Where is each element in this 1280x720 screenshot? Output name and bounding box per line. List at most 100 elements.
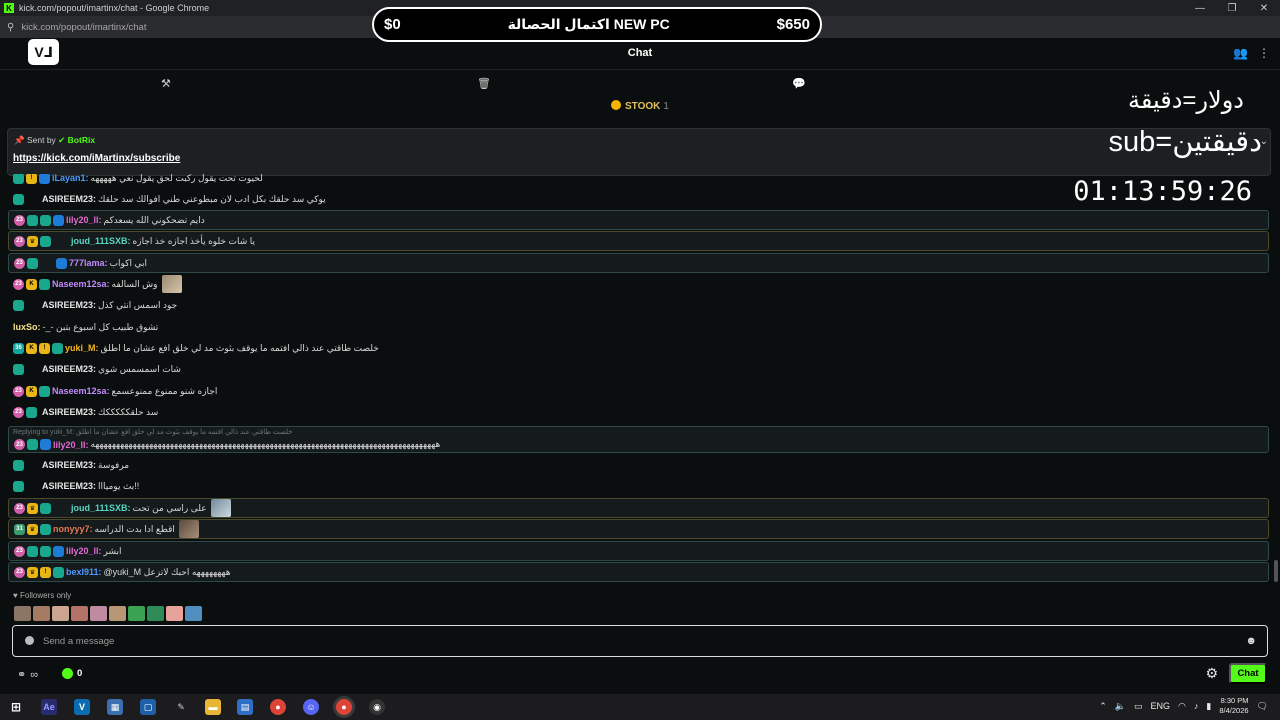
chat-message[interactable]: 23 ♛ joud_111SXB: يا شات خلوه يأخذ اجازه… xyxy=(8,231,1269,251)
minimize-icon[interactable]: — xyxy=(1184,0,1216,16)
url-text[interactable]: kick.com/popout/imartinx/chat xyxy=(21,22,146,33)
chat-username[interactable]: ASIREEM23: xyxy=(42,460,96,470)
chat-username[interactable]: joud_111SXB: xyxy=(71,236,131,246)
emoji-picker-icon[interactable]: ☻ xyxy=(1245,635,1257,647)
calculator-icon[interactable]: ▦ xyxy=(107,699,123,715)
chat-username[interactable]: lily20_ll: xyxy=(66,215,102,225)
chrome-active-icon[interactable]: ● xyxy=(336,699,352,715)
emote-image xyxy=(210,499,231,517)
chat-username[interactable]: ASIREEM23: xyxy=(42,407,96,417)
chat-username[interactable]: luxSo: xyxy=(13,322,41,332)
window-app-icon[interactable]: ▢ xyxy=(140,699,156,715)
message-input-box[interactable]: ☻ xyxy=(12,625,1268,657)
chat-username[interactable]: Naseem12sa: xyxy=(52,386,110,396)
verified-badge-icon xyxy=(27,214,38,226)
chat-username[interactable]: yuki_M: xyxy=(65,343,99,353)
wifi-icon[interactable]: ◠ xyxy=(1178,701,1186,712)
chat-message[interactable]: 23 lily20_ll: دايم تضحكوني الله يسعدكم xyxy=(8,210,1269,230)
chat-username[interactable]: lily20_ll: xyxy=(53,440,89,450)
emote-button[interactable] xyxy=(33,606,50,621)
emote-button[interactable] xyxy=(71,606,88,621)
emote-button[interactable] xyxy=(52,606,69,621)
crown-badge-icon: ♛ xyxy=(27,235,38,247)
emote-button[interactable] xyxy=(90,606,107,621)
chat-message[interactable]: 23 ASIREEM23: سد حلقكككككك xyxy=(8,402,1269,422)
stock-row[interactable]: STOOK 1 xyxy=(0,100,1280,120)
chat-username[interactable]: lily20_ll: xyxy=(66,546,102,556)
chat-username[interactable]: iLayan1: xyxy=(52,174,89,183)
chat-scrollbar[interactable] xyxy=(1274,560,1278,582)
speaker-icon[interactable]: ♪ xyxy=(1194,701,1199,711)
og-badge-icon xyxy=(40,439,51,450)
emote-button[interactable] xyxy=(128,606,145,621)
chat-message[interactable]: ASIREEM23: بث يوميااا!! xyxy=(8,476,1269,496)
message-input[interactable] xyxy=(43,632,1223,650)
record-dot-icon xyxy=(25,636,34,645)
chat-message[interactable]: 23 K Naseem12sa: وش السالفه xyxy=(8,274,1269,294)
battery-icon[interactable]: ▮ xyxy=(1206,701,1211,712)
chat-message[interactable]: 23 lily20_ll: ابشر xyxy=(8,541,1269,561)
chat-username[interactable]: ASIREEM23: xyxy=(42,194,96,204)
chat-message[interactable]: 23 ♛ joud_111SXB: على راسي من تحت xyxy=(8,498,1269,518)
chat-bubble-icon[interactable]: 💬 xyxy=(792,77,806,90)
chat-username[interactable]: 777lama: xyxy=(69,258,108,268)
reply-preview[interactable]: Replying to yuki_M: خلصت طاقتي عند ذالي … xyxy=(13,428,292,436)
windows-start-icon[interactable]: ⊞ xyxy=(8,699,24,715)
more-options-icon[interactable]: ⋮ xyxy=(1258,46,1270,60)
verified-badge-icon xyxy=(27,439,38,450)
trash-icon[interactable]: 🗑 xyxy=(477,77,491,90)
ban-hammer-icon[interactable]: ⚒ xyxy=(161,77,171,90)
obs-icon[interactable]: ◉ xyxy=(369,699,385,715)
goal-title: اكتمال الحصالة NEW PC xyxy=(507,16,670,32)
emote-button[interactable] xyxy=(185,606,202,621)
subscribe-link[interactable]: https://kick.com/iMartinx/subscribe xyxy=(13,153,180,164)
chat-message[interactable]: 23 K Naseem12sa: اجازه شنو ممنوع ممنوعسم… xyxy=(8,381,1269,401)
send-chat-button[interactable]: Chat xyxy=(1229,663,1267,684)
chat-message[interactable]: ASIREEM23: جود اسمس انتي كذل xyxy=(8,295,1269,315)
restore-icon[interactable]: ❐ xyxy=(1216,0,1248,16)
gear-icon[interactable]: ⚙ xyxy=(1205,665,1218,682)
pinned-message: 📌 Sent by ✔ BotRix https://kick.com/iMar… xyxy=(7,128,1271,176)
chat-username[interactable]: nonyyy7: xyxy=(53,524,93,534)
chat-username[interactable]: joud_111SXB: xyxy=(71,503,131,513)
vegas-icon[interactable]: V xyxy=(74,699,90,715)
chat-message[interactable]: 36 K ! yuki_M: خلصت طاقتي عند ذالي افتمه… xyxy=(8,338,1269,358)
emote-button[interactable] xyxy=(109,606,126,621)
language-indicator[interactable]: ENG xyxy=(1151,701,1171,711)
clock[interactable]: 8:30 PM 8/4/2026 xyxy=(1219,696,1248,716)
close-icon[interactable]: ✕ xyxy=(1248,0,1280,16)
notification-icon[interactable]: 🗨 xyxy=(1257,701,1268,712)
network-icon[interactable]: ▭ xyxy=(1134,701,1143,712)
volume-icon[interactable]: 🔈 xyxy=(1115,701,1126,712)
chat-username[interactable]: bexl911: xyxy=(66,567,102,577)
points-icon[interactable] xyxy=(62,668,73,679)
bot-name[interactable]: BotRix xyxy=(68,135,95,145)
site-info-icon[interactable]: ⚲ xyxy=(7,22,14,33)
chat-message[interactable]: luxSo: -_- تشوق طبيب كل اسبوع بتبن xyxy=(8,317,1269,337)
users-icon[interactable]: 👥 xyxy=(1233,46,1248,60)
after-effects-icon[interactable]: Ae xyxy=(41,699,57,715)
chat-list[interactable]: ! iLayan1: لحيوت تحت يقول ركبت لحق يقول … xyxy=(0,174,1280,586)
chat-username[interactable]: ASIREEM23: xyxy=(42,300,96,310)
discord-icon[interactable]: ☺ xyxy=(303,699,319,715)
infinity-icon[interactable]: ∞ xyxy=(30,669,38,681)
chat-message-reply[interactable]: Replying to yuki_M: خلصت طاقتي عند ذالي … xyxy=(8,426,1269,453)
emote-button[interactable] xyxy=(166,606,183,621)
chevron-down-icon[interactable]: ⌄ xyxy=(1260,136,1268,147)
chat-username[interactable]: Naseem12sa: xyxy=(52,279,110,289)
store-icon[interactable]: ▤ xyxy=(237,699,253,715)
chat-username[interactable]: ASIREEM23: xyxy=(42,364,96,374)
file-explorer-icon[interactable]: ▬ xyxy=(205,699,221,715)
chrome-icon[interactable]: ● xyxy=(270,699,286,715)
chat-message[interactable]: 23 ♛ ! bexl911: @yuki_M ههههههههه احبك ل… xyxy=(8,562,1269,582)
chevron-up-icon[interactable]: ⌃ xyxy=(1099,701,1107,712)
chat-message[interactable]: 23 777lama: ابي اكواب xyxy=(8,253,1269,273)
chat-message[interactable]: ASIREEM23: مرفوسة xyxy=(8,455,1269,475)
chat-message[interactable]: ASIREEM23: شات اسمسمس شوي xyxy=(8,359,1269,379)
chat-username[interactable]: ASIREEM23: xyxy=(42,481,96,491)
chat-message[interactable]: 31 ♛ nonyyy7: اقطع ادا بدت الدراسه xyxy=(8,519,1269,539)
emote-button[interactable] xyxy=(147,606,164,621)
tool-app-icon[interactable]: ✎ xyxy=(173,699,189,715)
share-icon[interactable]: ⚭ xyxy=(17,668,26,681)
emote-button[interactable] xyxy=(14,606,31,621)
